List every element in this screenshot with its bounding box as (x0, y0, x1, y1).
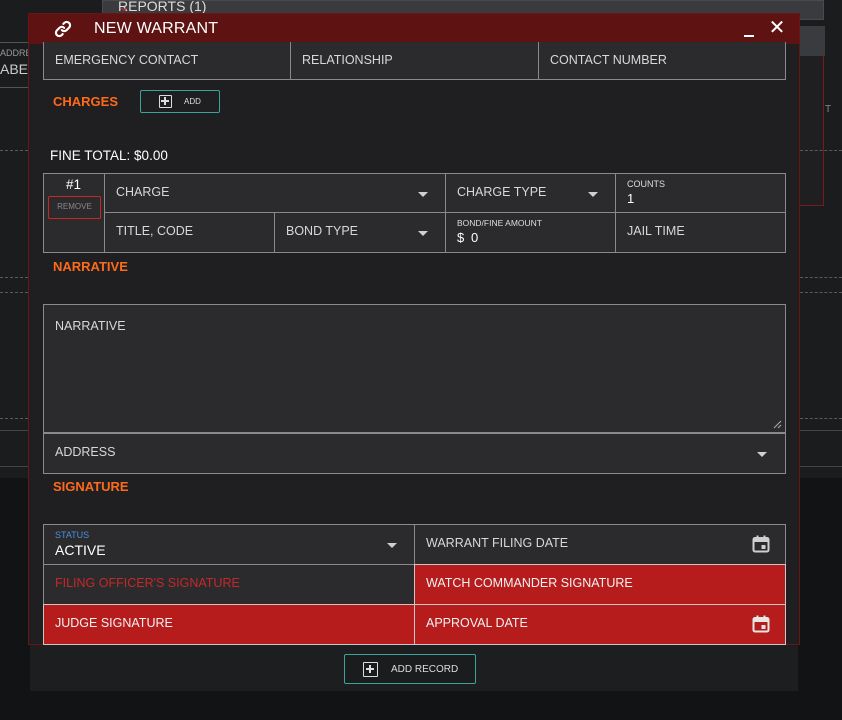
divider (0, 430, 28, 431)
bond-amount-field[interactable]: BOND/FINE AMOUNT $ 0 (445, 212, 616, 253)
title-code-label: TITLE, CODE (116, 224, 194, 238)
resize-handle-icon[interactable] (773, 420, 782, 429)
status-value: ACTIVE (55, 542, 106, 558)
divider (800, 292, 842, 293)
contact-number-field[interactable]: CONTACT NUMBER (538, 42, 786, 80)
charge-type-select[interactable]: CHARGE TYPE (445, 173, 616, 213)
calendar-icon[interactable] (752, 535, 770, 553)
narrative-textarea[interactable]: NARRATIVE (43, 304, 786, 433)
divider (0, 466, 28, 467)
background-fragment: T (825, 104, 832, 115)
address-select[interactable]: ADDRESS (43, 433, 786, 474)
warrant-filing-date-field[interactable]: WARRANT FILING DATE (414, 524, 786, 565)
relationship-field[interactable]: RELATIONSHIP (290, 42, 539, 80)
fine-total: FINE TOTAL: $0.00 (50, 148, 168, 163)
narrative-label: NARRATIVE (55, 319, 126, 333)
counts-field[interactable]: COUNTS 1 (615, 173, 786, 213)
dropdown-arrow-icon (418, 192, 428, 197)
divider (0, 150, 28, 151)
judge-signature-field[interactable]: JUDGE SIGNATURE (43, 604, 415, 645)
add-record-button[interactable]: ADD RECORD (344, 654, 476, 684)
contact-number-label: CONTACT NUMBER (550, 53, 667, 67)
jail-time-field[interactable]: JAIL TIME (615, 212, 786, 253)
bond-amount-value: 0 (471, 230, 479, 245)
approval-date-label: APPROVAL DATE (426, 616, 528, 630)
link-icon (54, 20, 72, 38)
watch-commander-signature-label: WATCH COMMANDER SIGNATURE (426, 576, 633, 590)
dropdown-arrow-icon (387, 543, 397, 548)
close-button[interactable]: ✕ (766, 18, 788, 40)
narrative-section-title: NARRATIVE (53, 259, 128, 274)
emergency-contact-label: EMERGENCY CONTACT (55, 53, 199, 67)
dialog-title: NEW WARRANT (94, 20, 219, 37)
emergency-contact-field[interactable]: EMERGENCY CONTACT (43, 42, 291, 80)
divider (0, 418, 28, 419)
dialog-content: EMERGENCY CONTACT RELATIONSHIP CONTACT N… (29, 42, 799, 645)
dropdown-arrow-icon (588, 192, 598, 197)
charge-number: #1 (66, 177, 82, 192)
divider (800, 277, 842, 278)
divider (800, 418, 842, 419)
charge-number-column: #1 REMOVE (43, 173, 104, 253)
remove-charge-button[interactable]: REMOVE (48, 196, 101, 219)
title-code-field[interactable]: TITLE, CODE (104, 212, 275, 253)
new-warrant-dialog: NEW WARRANT ✕ EMERGENCY CONTACT RELATION… (28, 13, 800, 645)
bond-type-select[interactable]: BOND TYPE (274, 212, 446, 253)
background-field-label: ADDRE (0, 48, 32, 58)
divider (0, 292, 28, 293)
plus-box-icon (363, 662, 378, 677)
divider (800, 466, 842, 467)
relationship-label: RELATIONSHIP (302, 53, 393, 67)
charge-label: CHARGE (116, 185, 170, 199)
charge-select[interactable]: CHARGE (104, 173, 446, 213)
counts-label: COUNTS (627, 179, 665, 189)
add-charge-button[interactable]: ADD (140, 90, 220, 113)
add-record-label: ADD RECORD (391, 664, 459, 675)
judge-signature-label: JUDGE SIGNATURE (55, 616, 173, 630)
bond-amount-prefix: $ (457, 230, 465, 245)
status-label: STATUS (55, 530, 90, 540)
divider (800, 430, 842, 431)
address-label: ADDRESS (55, 445, 116, 459)
charge-type-label: CHARGE TYPE (457, 185, 547, 199)
divider (0, 277, 28, 278)
fine-total-label: FINE TOTAL: (50, 148, 131, 163)
filing-officer-signature-field[interactable]: FILING OFFICER'S SIGNATURE (43, 564, 415, 605)
fine-total-value: $0.00 (134, 148, 168, 163)
calendar-icon[interactable] (752, 615, 770, 633)
jail-time-label: JAIL TIME (627, 224, 685, 238)
watch-commander-signature-field[interactable]: WATCH COMMANDER SIGNATURE (414, 564, 786, 605)
warrant-filing-date-label: WARRANT FILING DATE (426, 536, 569, 550)
add-charge-label: ADD (184, 97, 201, 106)
bond-type-label: BOND TYPE (286, 224, 359, 238)
signature-section-title: SIGNATURE (53, 479, 129, 494)
charges-section-title: CHARGES (53, 94, 119, 109)
counts-value: 1 (627, 191, 635, 206)
dropdown-arrow-icon (418, 231, 428, 236)
bond-amount-label: BOND/FINE AMOUNT (457, 218, 543, 228)
status-select[interactable]: STATUS ACTIVE (43, 524, 415, 565)
filing-officer-signature-label: FILING OFFICER'S SIGNATURE (55, 576, 240, 590)
approval-date-field[interactable]: APPROVAL DATE (414, 604, 786, 645)
background-field-value: ABE (0, 61, 29, 77)
divider (800, 150, 842, 151)
plus-box-icon (159, 95, 172, 108)
dialog-titlebar: NEW WARRANT ✕ (29, 14, 799, 44)
dropdown-arrow-icon (757, 452, 767, 457)
minimize-button[interactable] (740, 18, 758, 40)
